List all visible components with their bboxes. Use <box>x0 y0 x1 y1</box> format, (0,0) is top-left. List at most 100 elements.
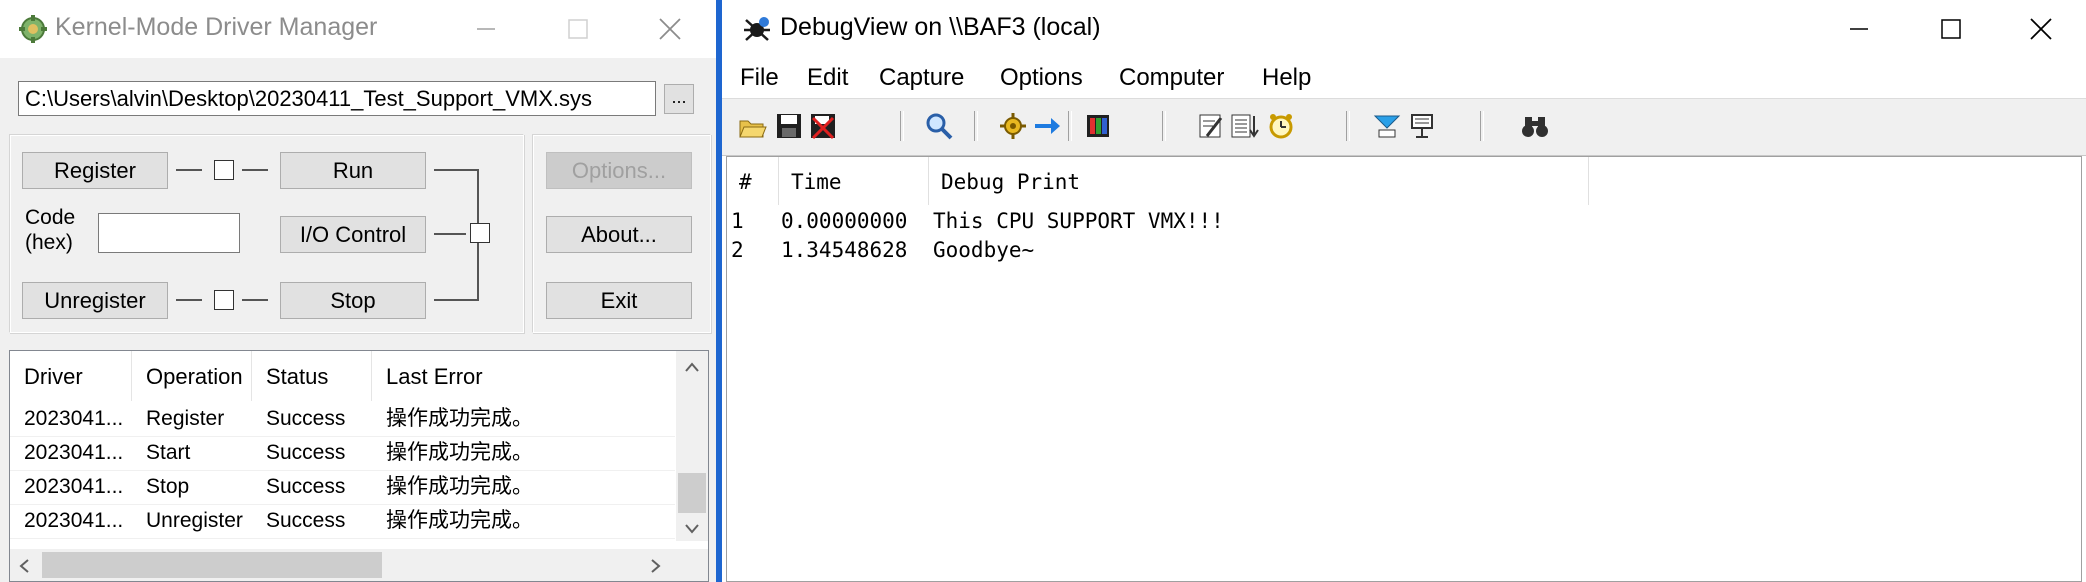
menu-edit[interactable]: Edit <box>807 64 848 92</box>
column-header-driver[interactable]: Driver <box>10 351 132 401</box>
capture-icon[interactable] <box>996 109 1030 143</box>
cell-driver: 2023041... <box>24 509 124 532</box>
log-number: 2 <box>731 238 744 262</box>
clear-icon[interactable] <box>806 109 840 143</box>
search-binoculars-icon[interactable] <box>1518 109 1552 143</box>
minimize-icon <box>1850 28 1868 30</box>
menu-help[interactable]: Help <box>1262 64 1311 92</box>
operation-log-list: Driver Operation Status Last Error 20230… <box>9 350 709 582</box>
connector-line <box>176 169 202 171</box>
io-checkbox[interactable] <box>470 223 490 243</box>
close-button[interactable] <box>1996 0 2086 58</box>
cell-operation: Start <box>146 441 191 464</box>
about-button[interactable]: About... <box>546 216 692 253</box>
cell-last-error: 操作成功完成。 <box>386 475 533 498</box>
autoscroll-icon[interactable] <box>1030 109 1064 143</box>
toolbar-separator <box>1068 111 1072 141</box>
minimize-button[interactable] <box>441 0 531 58</box>
log-message: This CPU SUPPORT VMX!!! <box>933 209 1224 233</box>
connector-line <box>434 233 466 235</box>
column-header-operation[interactable]: Operation <box>132 351 252 401</box>
cell-operation: Unregister <box>146 509 243 532</box>
close-button[interactable] <box>625 0 715 58</box>
run-button[interactable]: Run <box>280 152 426 189</box>
toolbar-separator <box>1162 111 1166 141</box>
menu-computer[interactable]: Computer <box>1119 64 1224 92</box>
scroll-down-icon[interactable] <box>684 523 700 535</box>
menu-options[interactable]: Options <box>1000 64 1083 92</box>
cell-last-error: 操作成功完成。 <box>386 509 533 532</box>
driver-path-input[interactable]: C:\Users\alvin\Desktop\20230411_Test_Sup… <box>18 81 656 116</box>
connect-icon[interactable] <box>1406 109 1440 143</box>
scroll-right-icon[interactable] <box>650 558 662 574</box>
connector-line <box>477 243 479 301</box>
vertical-scrollbar[interactable] <box>676 351 708 541</box>
save-icon[interactable] <box>772 109 806 143</box>
connector-line <box>477 169 479 223</box>
find-icon[interactable] <box>922 109 956 143</box>
toolbar <box>722 98 2086 156</box>
table-row[interactable]: 2023041... Stop Success 操作成功完成。 <box>10 470 675 505</box>
exit-button[interactable]: Exit <box>546 282 692 319</box>
connector-line <box>434 169 478 171</box>
column-header-time[interactable]: Time <box>779 157 929 205</box>
register-button[interactable]: Register <box>22 152 168 189</box>
menu-file[interactable]: File <box>740 64 779 92</box>
minimize-button[interactable] <box>1814 0 1904 58</box>
register-checkbox[interactable] <box>214 160 234 180</box>
code-label: Code (hex) <box>25 205 75 255</box>
table-row[interactable]: 2023041... Start Success 操作成功完成。 <box>10 436 675 471</box>
highlight-icon[interactable] <box>1194 109 1228 143</box>
clock-icon[interactable] <box>1264 109 1298 143</box>
app-gear-icon <box>19 15 47 43</box>
window-title: Kernel-Mode Driver Manager <box>55 13 378 41</box>
column-header-last-error[interactable]: Last Error <box>372 351 675 401</box>
cell-status: Success <box>266 407 346 430</box>
scroll-left-icon[interactable] <box>18 558 30 574</box>
horizontal-scroll-thumb[interactable] <box>42 552 382 578</box>
menu-capture[interactable]: Capture <box>879 64 964 92</box>
minimize-icon <box>477 28 495 30</box>
title-bar[interactable]: DebugView on \\BAF3 (local) <box>722 0 2086 60</box>
column-header-number[interactable]: # <box>727 157 779 205</box>
cell-status: Success <box>266 509 346 532</box>
maximize-icon <box>568 19 588 39</box>
window-title: DebugView on \\BAF3 (local) <box>780 13 1101 41</box>
maximize-button[interactable] <box>533 0 623 58</box>
log-time: 0.00000000 <box>781 209 908 233</box>
cell-operation: Register <box>146 407 225 430</box>
stop-button[interactable]: Stop <box>280 282 426 319</box>
unregister-checkbox[interactable] <box>214 290 234 310</box>
table-row[interactable]: 2023041... Unregister Success 操作成功完成。 <box>10 504 675 539</box>
code-hex-input[interactable] <box>98 213 240 253</box>
scroll-up-icon[interactable] <box>684 361 700 373</box>
history-icon[interactable] <box>1082 109 1116 143</box>
toolbar-separator <box>1346 111 1350 141</box>
cell-driver: 2023041... <box>24 475 124 498</box>
close-icon <box>659 18 681 40</box>
vertical-scroll-thumb[interactable] <box>678 473 706 513</box>
horizontal-scrollbar[interactable] <box>10 549 708 581</box>
column-header-status[interactable]: Status <box>252 351 372 401</box>
open-icon[interactable] <box>736 109 770 143</box>
options-button[interactable]: Options... <box>546 152 692 189</box>
cell-operation: Stop <box>146 475 190 498</box>
title-bar[interactable]: Kernel-Mode Driver Manager <box>0 0 716 58</box>
list-header: Driver Operation Status Last Error <box>10 351 675 401</box>
browse-button[interactable]: ... <box>664 84 694 114</box>
toolbar-separator <box>974 111 978 141</box>
filter-icon[interactable] <box>1228 109 1262 143</box>
kernel-capture-icon[interactable] <box>1370 109 1404 143</box>
driver-manager-window: Kernel-Mode Driver Manager C:\Users\alvi… <box>0 0 716 582</box>
maximize-button[interactable] <box>1906 0 1996 58</box>
io-control-button[interactable]: I/O Control <box>280 216 426 253</box>
cell-status: Success <box>266 475 346 498</box>
connector-line <box>434 299 479 301</box>
table-row[interactable]: 2023041... Register Success 操作成功完成。 <box>10 402 675 437</box>
column-header-debug-print[interactable]: Debug Print <box>929 157 1589 205</box>
debug-log-list: # Time Debug Print 1 0.00000000 This CPU… <box>726 156 2082 582</box>
cell-last-error: 操作成功完成。 <box>386 407 533 430</box>
toolbar-separator <box>900 111 904 141</box>
code-label-line1: Code <box>25 206 76 229</box>
unregister-button[interactable]: Unregister <box>22 282 168 319</box>
